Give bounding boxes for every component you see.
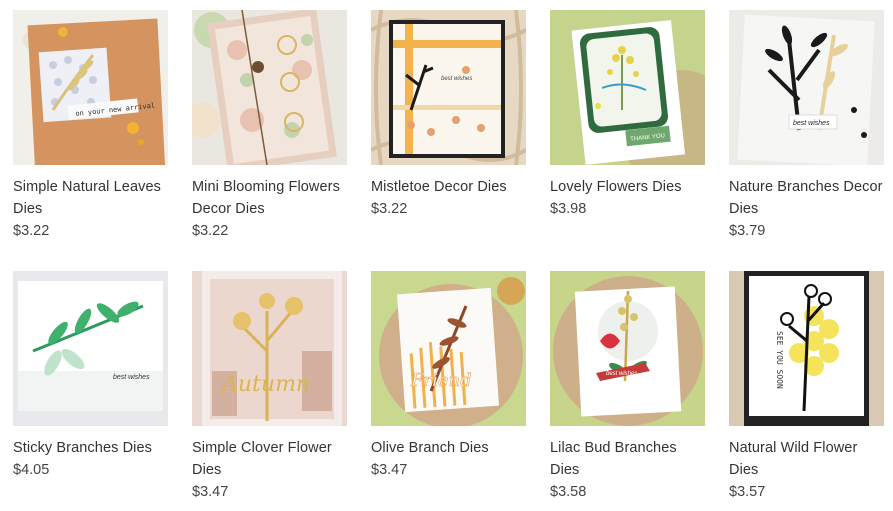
product-price: $3.22 [371,201,408,217]
product-title[interactable]: Simple Natural Leaves Dies [13,176,173,220]
product-title[interactable]: Olive Branch Dies [371,437,531,459]
product-card[interactable]: Autumn Simple Clover Flower Dies $3.47 [192,271,352,503]
product-image[interactable]: best wishes [371,10,526,165]
product-row: best wishes Sticky Branches Dies $4.05 A… [13,271,893,511]
product-title[interactable]: Simple Clover Flower Dies [192,437,352,481]
product-price: $3.47 [371,462,408,478]
card-caption: best wishes [441,76,472,82]
product-title[interactable]: Lovely Flowers Dies [550,176,710,198]
product-image[interactable]: best wishes [550,271,705,426]
product-image[interactable]: best wishes [13,271,168,426]
product-title[interactable]: Sticky Branches Dies [13,437,173,459]
product-price: $3.98 [550,201,587,217]
card-caption: SEE YOU SOON [775,331,784,389]
product-price: $3.47 [192,484,229,500]
product-card[interactable]: best wishes Mistletoe Decor Dies $3.22 [371,10,531,220]
product-image[interactable]: SEE YOU SOON [729,271,884,426]
product-card[interactable]: SEE YOU SOON Natural Wild Flower Dies $3… [729,271,889,503]
card-caption: Autumn [220,372,310,397]
product-price: $4.05 [13,462,50,478]
product-price: $3.22 [13,223,50,239]
product-title[interactable]: Nature Branches Decor Dies [729,176,889,220]
product-image[interactable]: Friend [371,271,526,426]
product-card[interactable]: Friend Olive Branch Dies $3.47 [371,271,531,481]
product-card[interactable]: Mini Blooming Flowers Decor Dies $3.22 [192,10,352,242]
product-card[interactable]: THANK YOU Lovely Flowers Dies $3.98 [550,10,710,220]
product-price: $3.79 [729,223,766,239]
product-image[interactable]: on your new arrival [13,10,168,165]
product-image[interactable] [192,10,347,165]
product-price: $3.57 [729,484,766,500]
card-caption: Friend [410,370,472,391]
product-image[interactable]: THANK YOU [550,10,705,165]
product-card[interactable]: best wishes Sticky Branches Dies $4.05 [13,271,173,481]
product-image[interactable]: best wishes [729,10,884,165]
product-title[interactable]: Mini Blooming Flowers Decor Dies [192,176,352,220]
product-card[interactable]: best wishes Nature Branches Decor Dies $… [729,10,889,242]
product-price: $3.58 [550,484,587,500]
product-title[interactable]: Mistletoe Decor Dies [371,176,531,198]
card-caption: best wishes [793,120,830,127]
product-row: on your new arrival Simple Natural Leave… [13,10,893,250]
product-card[interactable]: best wishes Lilac Bud Branches Dies $3.5… [550,271,710,503]
product-title[interactable]: Lilac Bud Branches Dies [550,437,710,481]
product-image[interactable]: Autumn [192,271,347,426]
product-price: $3.22 [192,223,229,239]
product-card[interactable]: on your new arrival Simple Natural Leave… [13,10,173,242]
card-caption: best wishes [606,371,637,377]
product-title[interactable]: Natural Wild Flower Dies [729,437,889,481]
card-caption: best wishes [113,374,150,381]
